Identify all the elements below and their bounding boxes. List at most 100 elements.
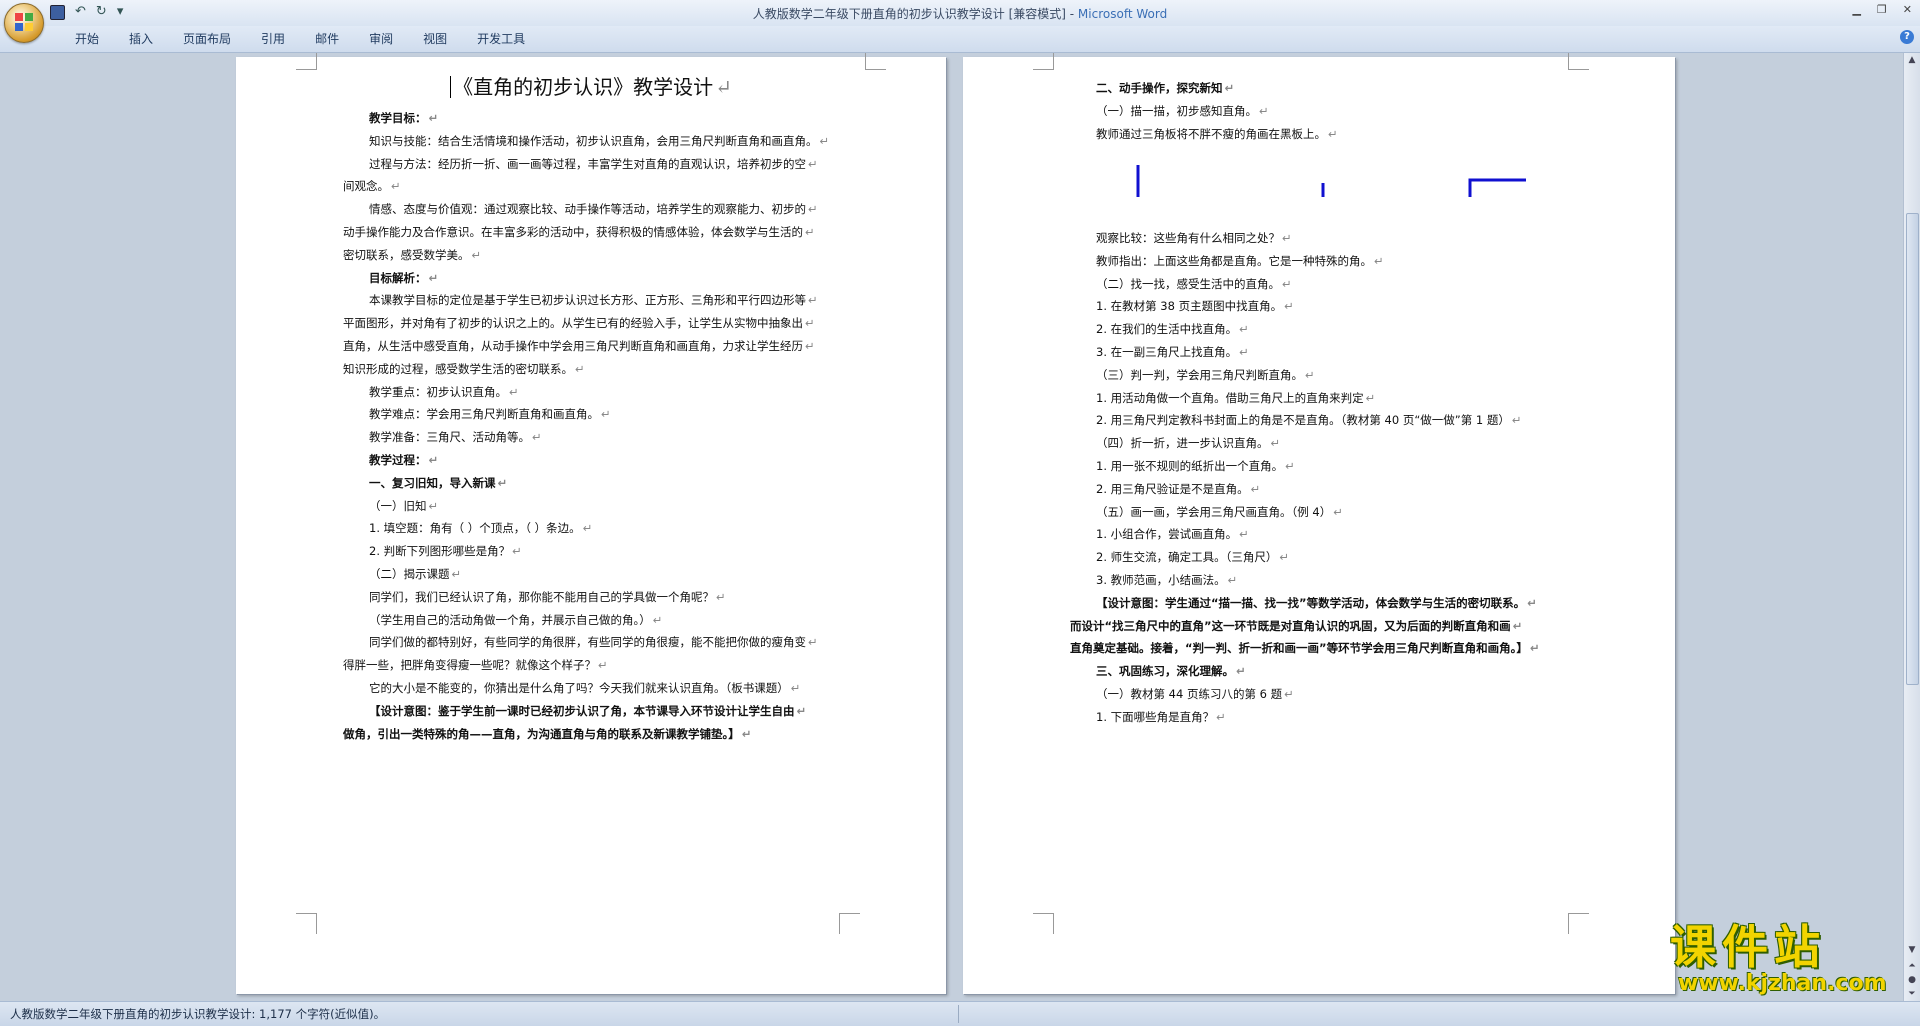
paragraph-line: 1. 用一张不规则的纸折出一个直角。 ↵	[1096, 459, 1295, 473]
paragraph-line: 它的大小是不能变的，你猜出是什么角了吗？今天我们就来认识直角。（板书课题） ↵	[369, 681, 801, 695]
paragraph-text: （三）判一判，学会用三角尺判断直角。	[1096, 367, 1303, 382]
paragraph-text: 1. 下面哪些角是直角？	[1096, 709, 1215, 724]
paragraph-text: 【设计意图：鉴于学生前一课时已经初步认识了角，本节课导入环节设计让学生自由	[369, 703, 795, 718]
paragraph-text: （一）旧知	[369, 498, 427, 513]
paragraph-text: 2. 判断下列图形哪些是角？	[369, 544, 511, 559]
paragraph-text: 得胖一些，把胖角变得瘦一些呢？就像这个样子？	[343, 658, 596, 673]
paragraph-line: 1. 下面哪些角是直角？ ↵	[1096, 709, 1226, 724]
paragraph-text: 本课教学目标的定位是基于学生已初步认识过长方形、正方形、三角形和平行四边形等	[369, 293, 806, 308]
window-controls: ▁ ❐ ✕	[1852, 3, 1912, 16]
paragraph-line: 直角奠定基础。接着，“判一判、折一折和画一画”等环节学会用三角尺判断直角和画角。…	[1070, 641, 1540, 656]
paragraph-text: 一、复习旧知，导入新课	[369, 475, 496, 490]
document-page-2[interactable]: 二、动手操作，探究新知 ↵ （一）描一描，初步感知直角。 ↵ 教师通过三角板将不胖不瘦的…	[963, 53, 1675, 994]
office-button[interactable]	[4, 3, 44, 43]
right-angle-figure	[1136, 165, 1140, 197]
ribbon-tab[interactable]: 邮件	[300, 31, 354, 47]
paragraph-line: 教学目标： ↵	[369, 111, 439, 125]
paragraph-text: 间观念。	[343, 179, 389, 194]
scrollbar-thumb[interactable]	[1906, 213, 1919, 685]
ribbon-tab[interactable]: 视图	[408, 31, 462, 47]
window-title-app: Microsoft Word	[1077, 7, 1168, 21]
paragraph-text: 2. 师生交流，确定工具。（三角尺）	[1096, 550, 1278, 565]
maximize-icon[interactable]: ❐	[1877, 3, 1887, 16]
right-angle-figure	[1468, 178, 1526, 197]
margin-marker	[1033, 913, 1054, 934]
status-bar: 人教版数学二年级下册直角的初步认识教学设计: 1,177 个字符(近似值)。	[0, 1001, 1920, 1026]
ribbon-tabs: 开始 插入 页面布局 引用 邮件 审阅 视图 开发工具	[60, 31, 540, 47]
margin-marker	[296, 913, 317, 934]
paragraph-text: 知识形成的过程，感受数学生活的密切联系。	[343, 361, 573, 376]
paragraph-line: （五）画一画，学会用三角尺画直角。（例 4） ↵	[1096, 504, 1343, 519]
paragraph-text: 1. 用活动角做一个直角。借助三角尺上的直角来判定	[1096, 390, 1364, 405]
paragraph-text: 1. 填空题：角有（ ）个顶点，（ ）条边。	[369, 521, 581, 536]
minimize-icon[interactable]: ▁	[1852, 3, 1860, 16]
select-browse-object-icon[interactable]: ●	[1905, 973, 1919, 987]
paragraph-text: （一）教材第 44 页练习八的第 6 题	[1096, 687, 1283, 701]
paragraph-line: 直角，从生活中感受直角，从动手操作中学会用三角尺判断直角和画直角，力求让学生经历…	[343, 339, 815, 353]
paragraph-text: 3. 在一副三角尺上找直角。	[1096, 345, 1238, 359]
paragraph-line: 情感、态度与价值观：通过观察比较、动手操作等活动，培养学生的观察能力、初步的 ↵	[369, 202, 818, 217]
ribbon-tab[interactable]: 开发工具	[462, 31, 540, 47]
window-title: 人教版数学二年级下册直角的初步认识教学设计 [兼容模式] - Microsoft…	[0, 5, 1920, 22]
paragraph-line: （学生用自己的活动角做一个角，并展示自己做的角。） ↵	[369, 612, 663, 627]
margin-marker	[865, 53, 886, 70]
paragraph-text: 直角奠定基础。接着，“判一判、折一折和画一画”等环节学会用三角尺判断直角和画角。…	[1070, 641, 1528, 656]
ribbon-tab[interactable]: 引用	[246, 31, 300, 47]
paragraph-line: 同学们做的都特别好，有些同学的角很胖，有些同学的角很瘦，能不能把你做的瘦角变 ↵	[369, 635, 818, 650]
vertical-scrollbar[interactable]: ▲ ▼ ⏶ ● ⏷	[1903, 53, 1920, 1001]
next-page-icon[interactable]: ⏷	[1905, 987, 1919, 1001]
paragraph-line: 2. 用三角尺判定教科书封面上的角是不是直角。（教材第 40 页“做一做”第 1…	[1096, 413, 1522, 428]
right-angle-figure	[1321, 183, 1325, 197]
paragraph-line: 教学重点：初步认识直角。 ↵	[369, 384, 519, 399]
ribbon-tab[interactable]: 页面布局	[168, 31, 246, 47]
paragraph-line: 得胖一些，把胖角变得瘦一些呢？就像这个样子？ ↵	[343, 658, 608, 673]
scroll-up-icon[interactable]: ▲	[1905, 53, 1919, 67]
document-page-1[interactable]: 《直角的初步认识》教学设计 ↵ 教学目标： ↵ 知识与技能：结合生活情境和操作活动，初…	[236, 53, 946, 994]
paragraph-line: （三）判一判，学会用三角尺判断直角。 ↵	[1096, 367, 1315, 382]
paragraph-line: （一）旧知 ↵	[369, 498, 439, 513]
office-logo-icon	[15, 13, 33, 31]
paragraph-line: （二）揭示课题 ↵	[369, 567, 462, 581]
paragraph-text: 教学目标：	[369, 111, 427, 125]
paragraph-line: 知识与技能：结合生活情境和操作活动，初步认识直角，会用三角尺判断直角和画直角。 ↵	[369, 133, 830, 148]
paragraph-text: 过程与方法：经历折一折、画一画等过程，丰富学生对直角的直观认识，培养初步的空	[369, 156, 806, 171]
previous-page-icon[interactable]: ⏶	[1905, 959, 1919, 973]
paragraph-text: 2. 用三角尺判定教科书封面上的角是不是直角。（教材第 40 页“做一做”第 1…	[1096, 413, 1510, 428]
paragraph-line: 观察比较：这些角有什么相同之处？ ↵	[1096, 231, 1292, 245]
ribbon-tab[interactable]: 开始	[60, 31, 114, 47]
paragraph-text: （四）折一折，进一步认识直角。	[1096, 436, 1269, 451]
window-title-doc: 人教版数学二年级下册直角的初步认识教学设计 [兼容模式] -	[752, 7, 1078, 21]
ribbon-tab[interactable]: 审阅	[354, 31, 408, 47]
paragraph-line: 教学准备：三角尺、活动角等。 ↵	[369, 430, 542, 445]
title-bar: ↶ ↻ ▾ 人教版数学二年级下册直角的初步认识教学设计 [兼容模式] - Mic…	[0, 0, 1920, 43]
paragraph-text: 教学难点：学会用三角尺判断直角和画直角。	[369, 407, 599, 422]
paragraph-line: 教师通过三角板将不胖不瘦的角画在黑板上。 ↵	[1096, 126, 1338, 141]
paragraph-line: 教学过程： ↵	[369, 453, 439, 467]
paragraph-text: 教学重点：初步认识直角。	[369, 384, 507, 399]
paragraph-text: 平面图形，并对角有了初步的认识之上的。从学生已有的经验入手，让学生从实物中抽象出	[343, 316, 803, 331]
margin-marker	[296, 53, 317, 70]
paragraph-text: 同学们，我们已经认识了角，那你能不能用自己的学具做一个角呢？	[369, 589, 714, 604]
help-icon[interactable]: ?	[1900, 30, 1914, 44]
kjzhan-watermark: 课件站 www.kjzhan.com	[1670, 922, 1905, 1002]
paragraph-line: 2. 师生交流，确定工具。（三角尺） ↵	[1096, 550, 1290, 565]
ribbon-tab[interactable]: 插入	[114, 31, 168, 47]
paragraph-line: 二、动手操作，探究新知 ↵	[1096, 81, 1235, 95]
paragraph-line: 间观念。 ↵	[343, 179, 401, 194]
paragraph-text: 教学准备：三角尺、活动角等。	[369, 430, 530, 445]
paragraph-text: 教学过程：	[369, 453, 427, 467]
paragraph-text: 教师通过三角板将不胖不瘦的角画在黑板上。	[1096, 126, 1326, 141]
paragraph-text: 2. 在我们的生活中找直角。	[1096, 322, 1238, 337]
paragraph-text: 1. 小组合作，尝试画直角。	[1096, 527, 1238, 542]
paragraph-line: 2. 判断下列图形哪些是角？ ↵	[369, 544, 522, 559]
paragraph-text: （二）揭示课题	[369, 567, 450, 581]
scroll-down-icon[interactable]: ▼	[1905, 943, 1919, 957]
paragraph-line: 【设计意图：学生通过“描一描、找一找”等数学活动，体会数学与生活的密切联系。 ↵	[1096, 595, 1537, 610]
paragraph-text: （学生用自己的活动角做一个角，并展示自己做的角。）	[369, 612, 651, 627]
paragraph-text: 而设计“找三角尺中的直角”这一环节既是对直角认识的巩固，又为后面的判断直角和画	[1070, 618, 1511, 633]
close-icon[interactable]: ✕	[1903, 3, 1912, 16]
ribbon: 开始 插入 页面布局 引用 邮件 审阅 视图 开发工具 ?	[0, 26, 1920, 53]
paragraph-line: 教师指出：上面这些角都是直角。它是一种特殊的角。 ↵	[1096, 253, 1384, 268]
word-count-status[interactable]: 人教版数学二年级下册直角的初步认识教学设计: 1,177 个字符(近似值)。	[10, 1006, 385, 1022]
text-cursor	[450, 76, 452, 98]
